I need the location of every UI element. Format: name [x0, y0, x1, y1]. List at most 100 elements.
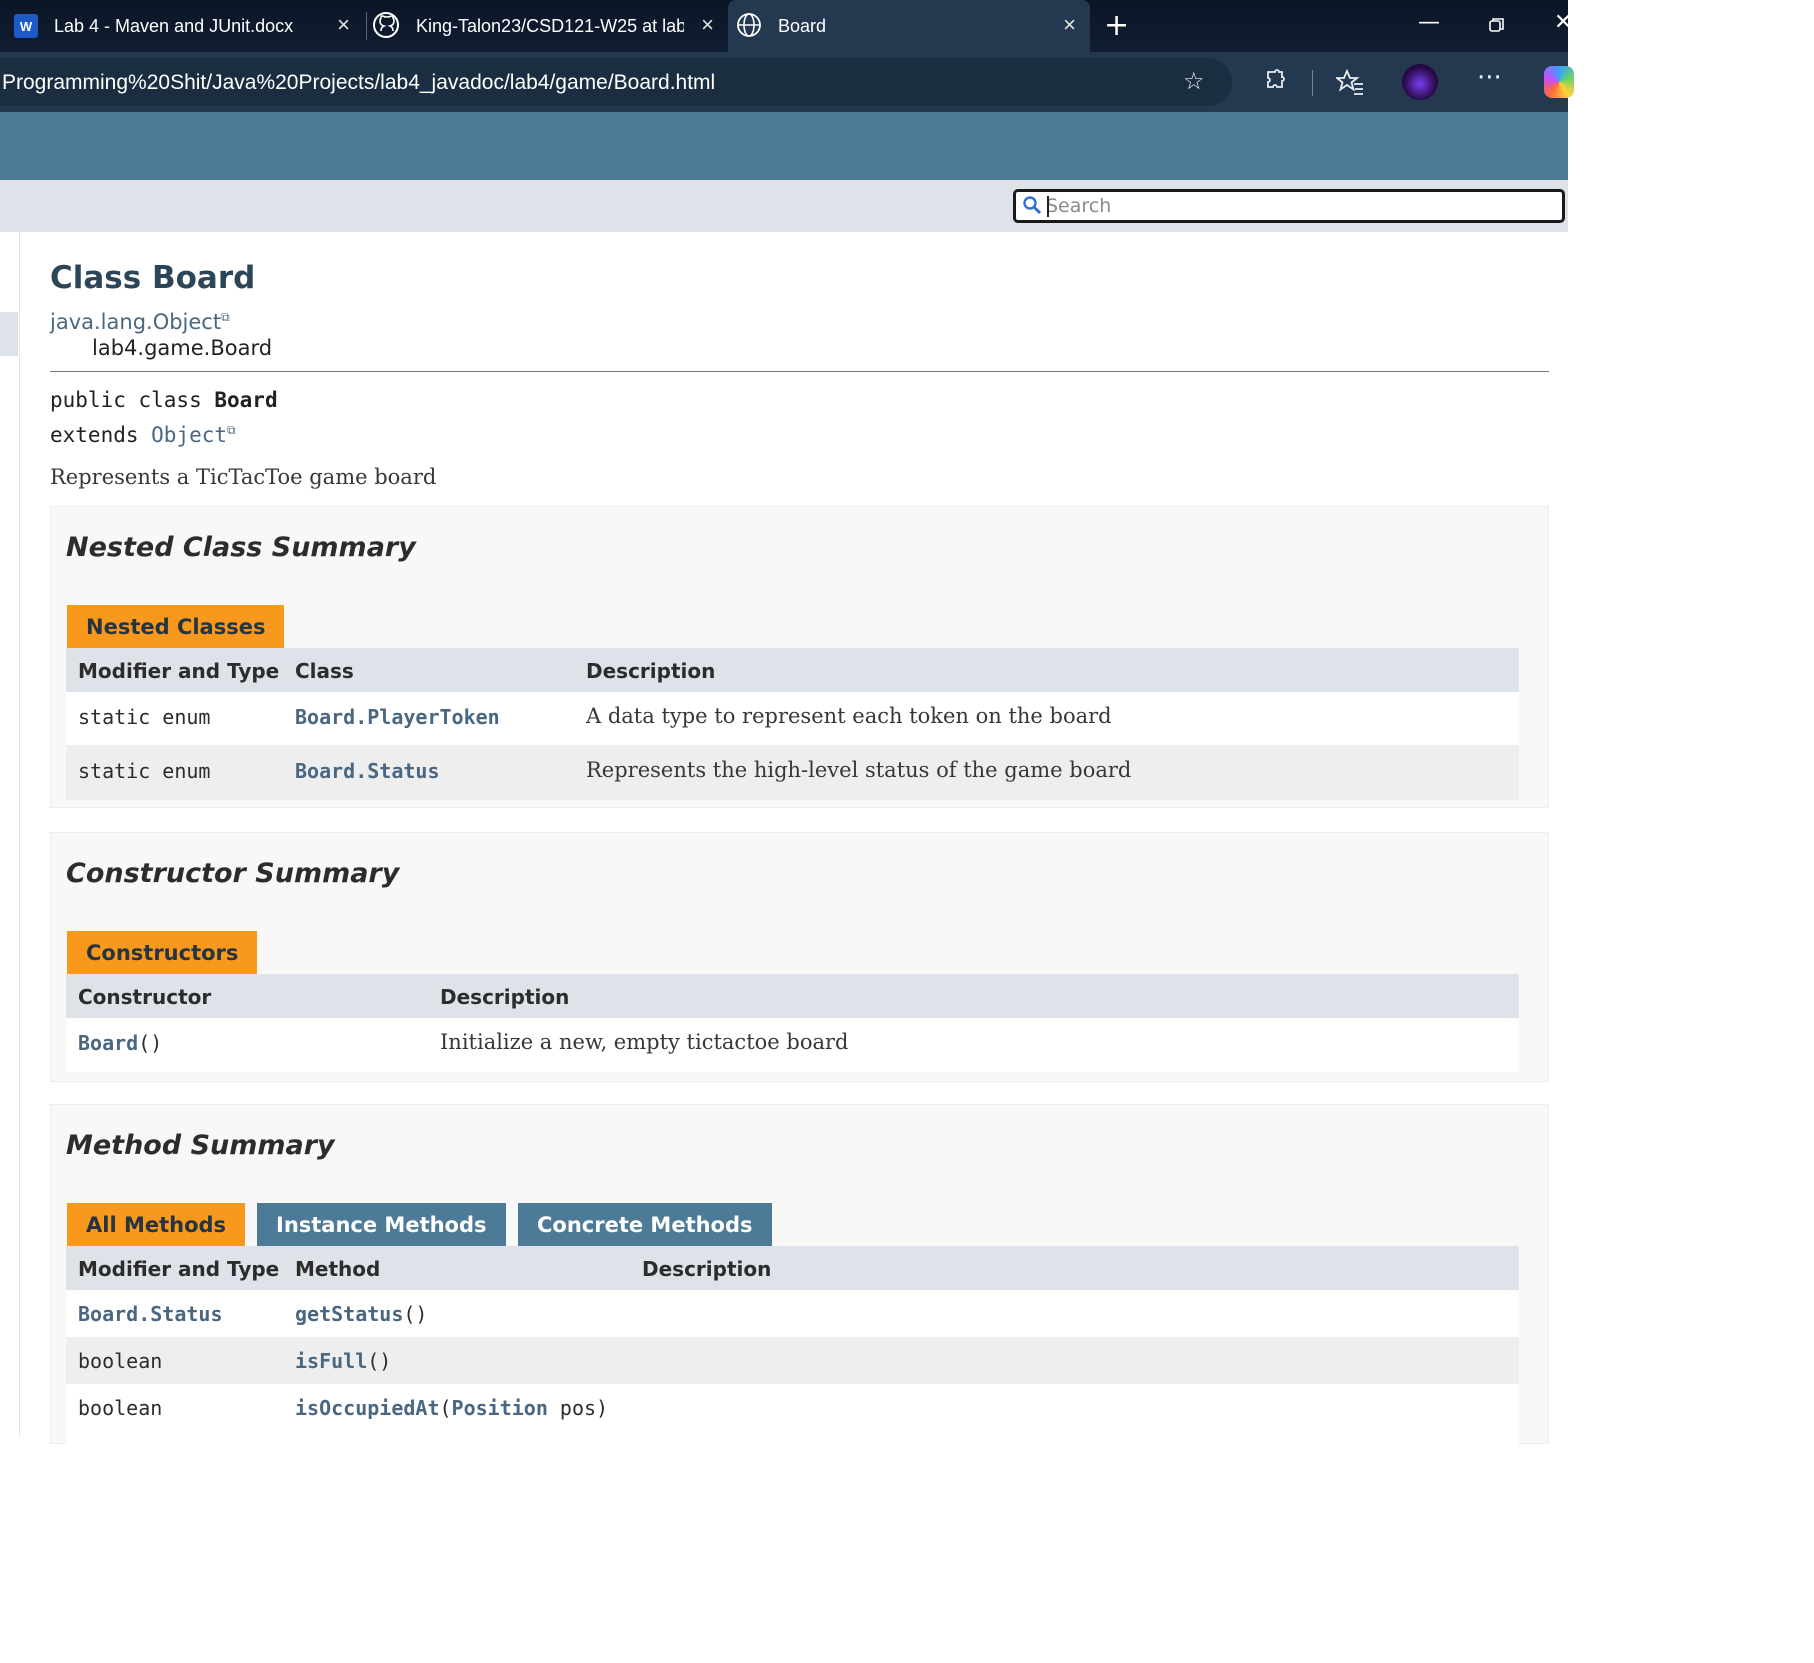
github-icon: [372, 11, 402, 41]
signature-prefix: public class: [50, 388, 215, 412]
browser-tab-strip: W Lab 4 - Maven and JUnit.docx × King-Ta…: [0, 0, 1572, 52]
table-header: Modifier and Type Method Description: [66, 1246, 1519, 1290]
col-description: Description: [642, 1257, 772, 1281]
row-description: Initialize a new, empty tictactoe board: [440, 1030, 849, 1054]
method-params-close: ): [379, 1349, 392, 1373]
method-params-close: ): [415, 1302, 428, 1326]
class-signature: public class Board extends Object⧉: [50, 385, 278, 450]
method-params-open: (: [403, 1302, 416, 1326]
row-modifier: static enum: [78, 705, 211, 729]
method-signature: isFull(): [295, 1349, 391, 1373]
table-row: static enum Board.Status Represents the …: [66, 745, 1519, 800]
search-input[interactable]: [1046, 192, 1556, 220]
col-description: Description: [586, 659, 716, 683]
caption-nested-classes: Nested Classes: [67, 605, 285, 648]
tab-board[interactable]: Board ×: [728, 0, 1090, 52]
table-row: static enum Board.PlayerToken A data typ…: [66, 692, 1519, 745]
col-method: Method: [295, 1257, 381, 1281]
board-constructor-link[interactable]: Board: [78, 1031, 138, 1055]
close-window-icon[interactable]: ✕: [1554, 10, 1572, 35]
table-row: Board.Status getStatus(): [66, 1290, 1519, 1337]
row-modifier: static enum: [78, 759, 211, 783]
position-type-link[interactable]: Position: [452, 1396, 548, 1420]
more-options-icon[interactable]: ···: [1477, 65, 1502, 91]
nested-class-table: Modifier and Type Class Description stat…: [66, 648, 1519, 800]
left-marker: [0, 312, 18, 356]
constructor-signature: Board(): [78, 1031, 162, 1055]
object-link[interactable]: java.lang.Object: [50, 310, 221, 334]
minimize-icon[interactable]: —: [1418, 10, 1440, 35]
constructor-summary: Constructor Summary Constructors Constru…: [50, 832, 1549, 1082]
method-params-open: (: [439, 1396, 452, 1420]
is-occupied-at-link[interactable]: isOccupiedAt: [295, 1396, 440, 1420]
inheritance-child: lab4.game.Board: [92, 336, 273, 360]
signature-extends: extends: [50, 423, 152, 447]
table-header: Constructor Description: [66, 974, 1519, 1018]
search-box[interactable]: [1013, 189, 1565, 223]
nested-class-summary: Nested Class Summary Nested Classes Modi…: [50, 506, 1549, 808]
left-gutter: [0, 232, 20, 1437]
globe-icon: [736, 12, 764, 40]
word-icon: W: [14, 14, 38, 38]
javadoc-top-nav: [0, 112, 1568, 180]
constructor-table: Constructor Description Board() Initiali…: [66, 974, 1519, 1072]
is-full-link[interactable]: isFull: [295, 1349, 367, 1373]
col-description: Description: [440, 985, 570, 1009]
section-title: Nested Class Summary: [66, 532, 416, 563]
close-icon[interactable]: ×: [1063, 14, 1076, 36]
table-header: Modifier and Type Class Description: [66, 648, 1519, 692]
tab-instance-methods[interactable]: Instance Methods: [257, 1203, 506, 1246]
col-constructor: Constructor: [78, 985, 212, 1009]
close-icon[interactable]: ×: [337, 14, 350, 36]
player-token-link[interactable]: Board.PlayerToken: [295, 705, 500, 729]
method-signature: getStatus(): [295, 1302, 427, 1326]
row-description: Represents the high-level status of the …: [586, 758, 1132, 782]
toolbar-divider: [1312, 70, 1313, 96]
favorites-icon[interactable]: [1334, 68, 1364, 96]
table-row: boolean isOccupiedAt(Position pos): [66, 1384, 1519, 1446]
return-type: boolean: [78, 1396, 163, 1420]
method-table: Modifier and Type Method Description Boa…: [66, 1246, 1519, 1446]
caption-constructors: Constructors: [67, 931, 258, 974]
external-link-icon: ⧉: [227, 423, 236, 437]
extensions-icon[interactable]: [1262, 68, 1290, 96]
tab-concrete-methods[interactable]: Concrete Methods: [518, 1203, 772, 1246]
class-description: Represents a TicTacToe game board: [50, 465, 437, 489]
tab-divider: [366, 12, 367, 40]
return-type-link[interactable]: Board.Status: [78, 1302, 223, 1326]
new-tab-button[interactable]: +: [1104, 8, 1129, 43]
get-status-link[interactable]: getStatus: [295, 1302, 403, 1326]
text-caret: [1047, 196, 1049, 217]
url-text[interactable]: Programming%20Shit/Java%20Projects/lab4_…: [2, 71, 715, 95]
table-row: boolean isFull(): [66, 1337, 1519, 1384]
return-type: boolean: [78, 1349, 163, 1373]
external-link-icon: ⧉: [221, 310, 230, 324]
favorite-star-icon[interactable]: ☆: [1183, 69, 1205, 93]
restore-icon[interactable]: [1489, 17, 1505, 33]
search-icon: [1022, 195, 1042, 220]
address-bar-row: Programming%20Shit/Java%20Projects/lab4_…: [0, 52, 1574, 112]
address-bar[interactable]: Programming%20Shit/Java%20Projects/lab4_…: [0, 58, 1232, 106]
close-icon[interactable]: ×: [701, 14, 714, 36]
inheritance-parent: java.lang.Object⧉: [50, 310, 230, 334]
method-signature: isOccupiedAt(Position pos): [295, 1396, 608, 1420]
table-row: Board() Initialize a new, empty tictacto…: [66, 1018, 1519, 1072]
copilot-icon[interactable]: [1544, 66, 1574, 98]
constructor-params: (): [138, 1031, 163, 1055]
divider: [50, 371, 1549, 372]
tab-word-document[interactable]: W Lab 4 - Maven and JUnit.docx ×: [14, 0, 364, 52]
method-params-rest: pos): [547, 1396, 609, 1420]
page-title: Class Board: [50, 260, 256, 296]
signature-class-name: Board: [214, 388, 278, 412]
col-modifier-and-type: Modifier and Type: [78, 659, 280, 683]
profile-avatar[interactable]: [1402, 64, 1438, 100]
superclass-link[interactable]: Object: [151, 423, 227, 447]
row-description: A data type to represent each token on t…: [586, 704, 1112, 728]
method-params-open: (: [367, 1349, 380, 1373]
tab-github[interactable]: King-Talon23/CSD121-W25 at lab ×: [372, 0, 724, 52]
tab-all-methods[interactable]: All Methods: [67, 1203, 246, 1246]
status-link[interactable]: Board.Status: [295, 759, 440, 783]
section-title: Constructor Summary: [66, 858, 400, 889]
col-modifier-and-type: Modifier and Type: [78, 1257, 280, 1281]
tab-title: Board: [778, 15, 827, 36]
